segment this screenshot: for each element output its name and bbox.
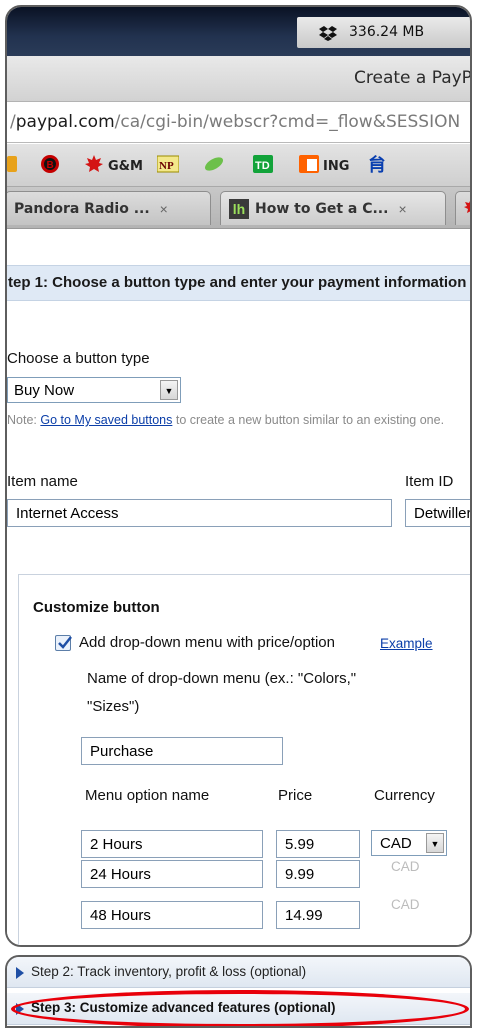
item-id-value: Detwiller [414,505,472,522]
menu-name-label-line2: "Sizes") [87,698,140,715]
ing-lion-icon [299,154,319,179]
currency-readonly: CAD [391,859,420,874]
chevron-down-icon[interactable]: ▼ [426,833,444,853]
svg-text:䏍: 䏍 [368,154,386,174]
bookmark-cbc[interactable] [7,155,17,177]
button-type-value: Buy Now [14,382,75,399]
expand-arrow-icon [16,967,24,979]
step1-title: tep 1: Choose a button type and enter yo… [8,274,467,291]
tab-label: How to Get a C... [255,200,389,217]
bookmark-ing-label: ING [323,158,350,174]
svg-text:NP: NP [159,160,174,172]
checkmark-icon [58,636,72,649]
col-option-header: Menu option name [85,787,210,804]
option-price-input[interactable]: 14.99 [276,901,360,929]
dropdown-checkbox-label: Add drop-down menu with price/option [79,634,335,651]
bookmark-ing[interactable]: ING [299,154,350,179]
option-name-value: 48 Hours [90,907,151,924]
tab-pandora[interactable]: Pandora Radio ... × [7,191,211,225]
highlight-ellipse [11,990,469,1026]
maple-leaf-icon [464,198,470,219]
close-icon[interactable]: × [160,201,168,217]
tab-strip: Pandora Radio ... × lh How to Get a C...… [7,187,470,229]
option-price-value: 5.99 [285,836,315,853]
bookmarks-bar: B G&M NP TD ING 䏍 [7,144,470,187]
example-link[interactable]: Example [380,636,433,651]
bookmark-np[interactable]: NP [156,154,180,179]
bookmark-td[interactable]: TD [253,154,273,179]
option-name-input[interactable]: 48 Hours [81,901,263,929]
browser-window-crop: 336.24 MB Create a PayPal Button /paypal… [5,5,472,947]
col-price-header: Price [278,787,313,804]
td-icon: TD [253,154,273,179]
page-content: tep 1: Choose a button type and enter yo… [7,229,470,945]
bookmark-gm-label: G&M [108,158,143,174]
np-icon: NP [156,154,180,179]
window-title: Create a PayPal Button [354,68,472,88]
customize-button-section: Customize button Add drop-down menu with… [18,574,470,945]
menu-name-label-line1: Name of drop-down menu (ex.: "Colors," [87,670,357,687]
item-name-label: Item name [7,473,78,490]
bookmark-b[interactable]: B [40,154,60,179]
item-id-input[interactable]: Detwiller [405,499,472,527]
dropbox-icon[interactable] [319,25,337,41]
dropdown-checkbox[interactable] [55,635,72,651]
option-price-input[interactable]: 9.99 [276,860,360,888]
accordion-crop: Step 2: Track inventory, profit & loss (… [5,955,472,1028]
url-path: /ca/cgi-bin/webscr?cmd=_flow&SESSION [114,112,461,132]
currency-readonly: CAD [391,897,420,912]
option-name-value: 24 Hours [90,866,151,883]
url-text[interactable]: /paypal.com/ca/cgi-bin/webscr?cmd=_flow&… [10,112,460,132]
bookmark-gm[interactable]: G&M [84,154,143,179]
address-bar[interactable]: /paypal.com/ca/cgi-bin/webscr?cmd=_flow&… [7,103,470,143]
saved-buttons-link[interactable]: Go to My saved buttons [40,413,172,427]
lifehacker-icon: lh [229,198,249,219]
os-menubar: 336.24 MB [7,7,470,56]
option-price-value: 9.99 [285,866,315,883]
option-name-input[interactable]: 24 Hours [81,860,263,888]
customize-title: Customize button [33,599,160,616]
option-name-value: 2 Hours [90,836,143,853]
svg-text:B: B [47,160,54,171]
bookmark-chinese[interactable]: 䏍 [367,154,389,179]
url-domain: paypal.com [15,112,115,132]
menu-name-input[interactable]: Purchase [81,737,283,765]
tab-how-to[interactable]: lh How to Get a C... × [220,191,446,225]
col-currency-header: Currency [374,787,435,804]
cbc-icon [7,154,17,179]
item-name-value: Internet Access [16,505,119,522]
item-name-input[interactable]: Internet Access [7,499,392,527]
step2-label: Step 2: Track inventory, profit & loss (… [31,964,307,979]
button-type-label: Choose a button type [7,350,150,367]
bookmark-leaf[interactable] [203,155,225,177]
button-type-select[interactable]: Buy Now ▼ [7,377,181,403]
svg-text:TD: TD [255,160,270,172]
b-circle-icon: B [40,154,60,179]
chinese-char-icon: 䏍 [367,154,389,179]
green-leaf-icon [203,154,225,179]
note-suffix: to create a new button similar to an exi… [172,413,445,427]
note-prefix: Note: [7,413,41,427]
saved-buttons-note: Note: Go to My saved buttons to create a… [7,413,444,427]
option-price-input[interactable]: 5.99 [276,830,360,858]
tab-label: Pandora Radio ... [14,200,150,217]
step2-accordion[interactable]: Step 2: Track inventory, profit & loss (… [7,957,470,988]
currency-value: CAD [380,835,412,852]
maple-leaf-icon [84,154,104,179]
currency-select[interactable]: CAD ▼ [371,830,447,856]
step1-header: tep 1: Choose a button type and enter yo… [7,265,470,301]
chevron-down-icon[interactable]: ▼ [160,380,178,400]
option-price-value: 14.99 [285,907,323,924]
window-titlebar: Create a PayPal Button [7,56,470,102]
tab-partial[interactable] [455,191,470,225]
item-id-label: Item ID [405,473,454,490]
option-name-input[interactable]: 2 Hours [81,830,263,858]
close-icon[interactable]: × [398,201,406,217]
menu-name-value: Purchase [90,743,154,760]
memory-usage-text: 336.24 MB [349,24,425,40]
